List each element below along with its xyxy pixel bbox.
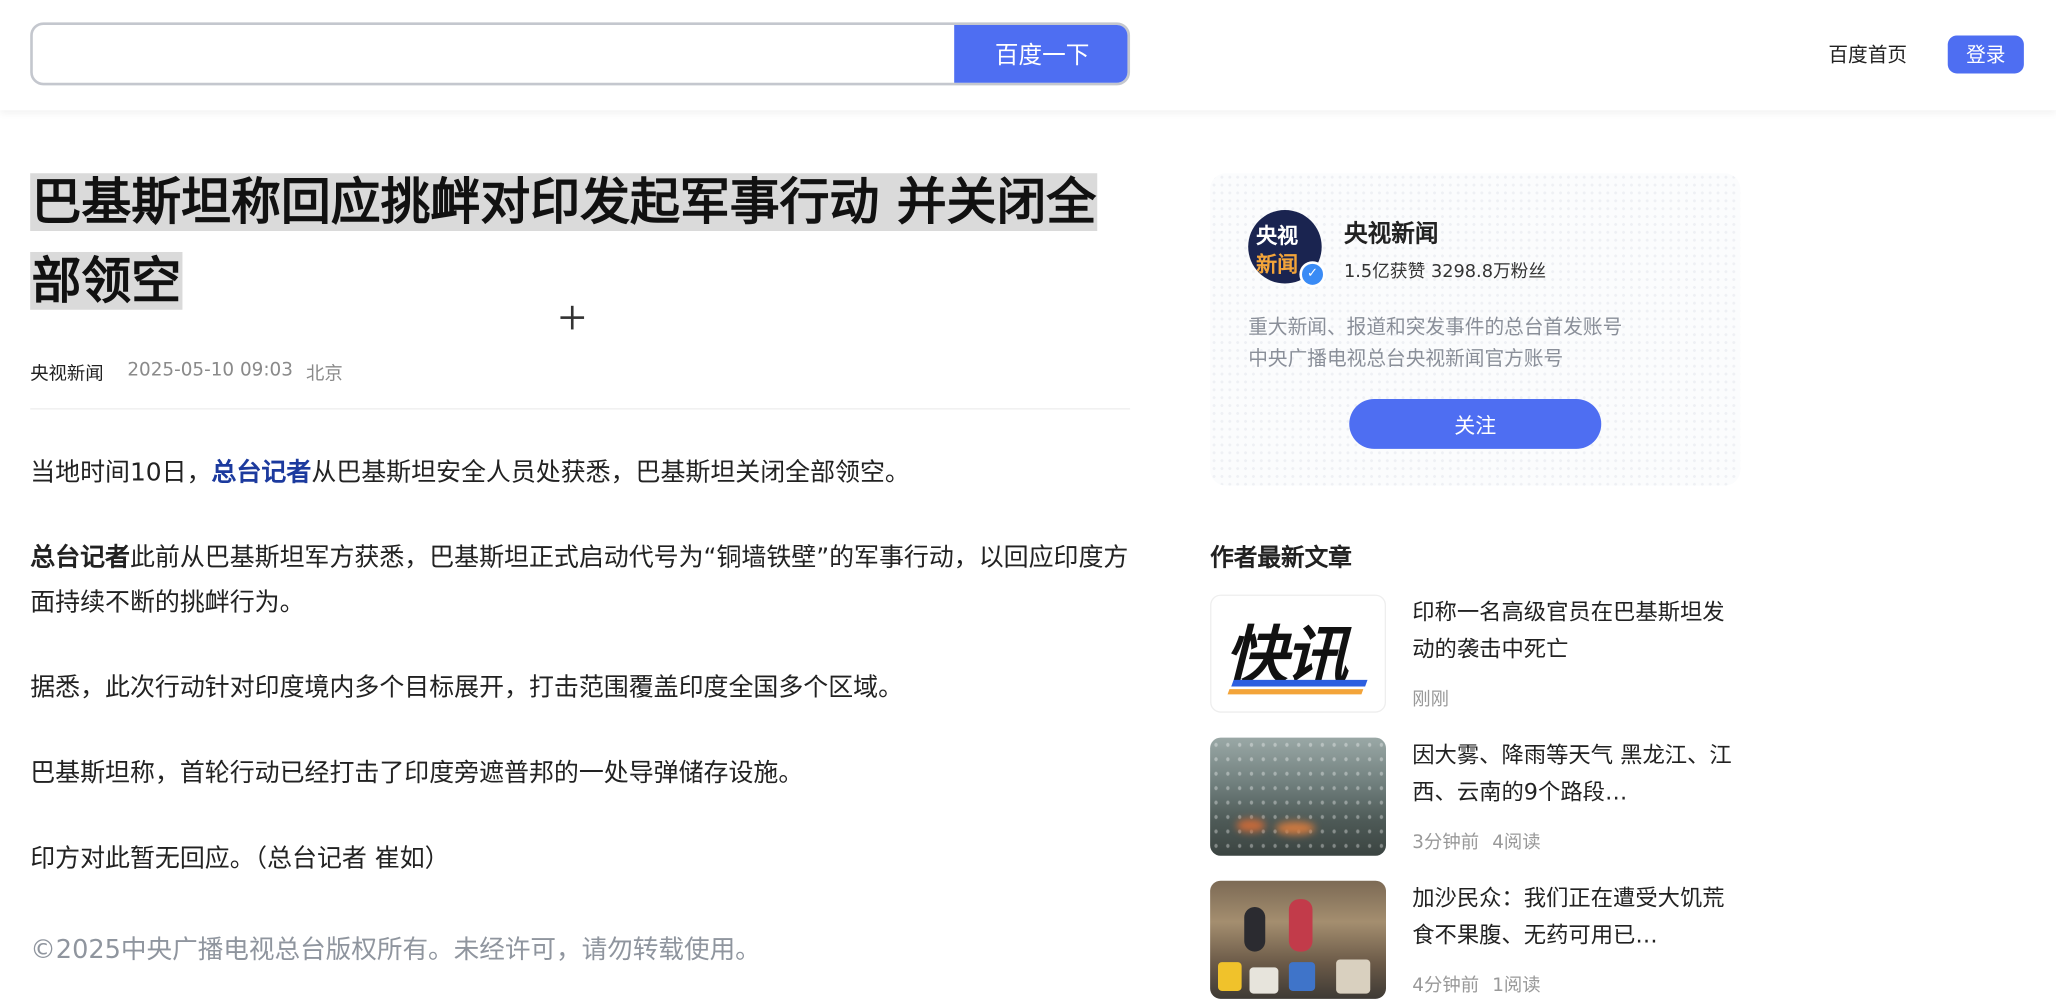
paragraph-5: 印方对此暂无回应。（总台记者 崔如）: [30, 843, 450, 873]
article-meta: 央视新闻 2025-05-10 09:03 北京: [30, 360, 343, 386]
article-location: 北京: [306, 363, 343, 385]
crosshair-cursor-icon: [560, 305, 585, 330]
latest-articles-heading: 作者最新文章: [1210, 544, 1352, 573]
reporter-link[interactable]: 总台记者: [212, 458, 312, 487]
article-header: 巴基斯坦称回应挑衅对印发起军事行动 并关闭全部领空: [30, 163, 1130, 321]
follow-button[interactable]: 关注: [1349, 399, 1602, 449]
rain-photo-thumbnail[interactable]: [1210, 737, 1386, 856]
latest-article-meta: 4分钟前 1阅读: [1412, 975, 1541, 997]
search-box: 百度一下: [30, 22, 1131, 86]
latest-article-item[interactable]: 快讯 印称一名高级官员在巴基斯坦发动的袭击中死亡 刚刚: [1210, 594, 1743, 716]
baidu-home-link[interactable]: 百度首页: [1828, 41, 1907, 69]
divider: [30, 408, 1131, 410]
author-description: 重大新闻、报道和突发事件的总台首发账号 中央广播电视总台央视新闻官方账号: [1248, 315, 1623, 371]
login-button[interactable]: 登录: [1947, 35, 2024, 74]
article-title: 巴基斯坦称回应挑衅对印发起军事行动 并关闭全部领空: [30, 173, 1098, 310]
article-time: 2025-05-10 09:03: [127, 359, 293, 381]
search-input[interactable]: [32, 24, 957, 83]
paragraph-3: 据悉，此次行动针对印度境内多个目标展开，打击范围覆盖印度全国多个区域。: [30, 673, 904, 703]
latest-article-title[interactable]: 印称一名高级官员在巴基斯坦发动的袭击中死亡: [1412, 595, 1743, 669]
article-source[interactable]: 央视新闻: [30, 360, 104, 386]
latest-article-meta: 3分钟前 4阅读: [1412, 832, 1541, 854]
author-name[interactable]: 央视新闻: [1344, 215, 1439, 249]
page: 百度一下 百度首页 登录 巴基斯坦称回应挑衅对印发起军事行动 并关闭全部领空 央…: [0, 0, 2056, 1008]
latest-article-item[interactable]: 加沙民众：我们正在遭受大饥荒 食不果腹、无药可用已… 4分钟前 1阅读: [1210, 880, 1743, 1002]
latest-article-meta: 刚刚: [1412, 689, 1449, 711]
paragraph-4: 巴基斯坦称，首轮行动已经打击了印度旁遮普邦的一处导弹储存设施。: [30, 758, 804, 788]
author-stats: 1.5亿获赞 3298.8万粉丝: [1344, 261, 1547, 283]
latest-article-item[interactable]: 因大雾、降雨等天气 黑龙江、江西、云南的9个路段… 3分钟前 4阅读: [1210, 737, 1743, 859]
verified-icon: ✓: [1299, 261, 1326, 288]
latest-article-title[interactable]: 因大雾、降雨等天气 黑龙江、江西、云南的9个路段…: [1412, 738, 1743, 812]
flash-news-thumbnail[interactable]: 快讯: [1210, 594, 1386, 713]
paragraph-1: 当地时间10日，总台记者从巴基斯坦安全人员处获悉，巴基斯坦关闭全部领空。: [30, 458, 910, 487]
author-card: 央视 新闻 ✓ 央视新闻 1.5亿获赞 3298.8万粉丝 重大新闻、报道和突发…: [1210, 173, 1741, 486]
paragraph-2: 总台记者此前从巴基斯坦军方获悉，巴基斯坦正式启动代号为“铜墙铁壁”的军事行动，以…: [30, 543, 1129, 617]
gaza-photo-thumbnail[interactable]: [1210, 880, 1386, 999]
top-header: 百度一下 百度首页 登录: [0, 0, 2056, 111]
copyright-notice: ©2025中央广播电视总台版权所有。未经许可，请勿转载使用。: [30, 934, 761, 965]
article-body: 当地时间10日，总台记者从巴基斯坦安全人员处获悉，巴基斯坦关闭全部领空。 总台记…: [30, 450, 1130, 921]
latest-article-title[interactable]: 加沙民众：我们正在遭受大饥荒 食不果腹、无药可用已…: [1412, 881, 1743, 955]
search-button[interactable]: 百度一下: [954, 24, 1128, 83]
